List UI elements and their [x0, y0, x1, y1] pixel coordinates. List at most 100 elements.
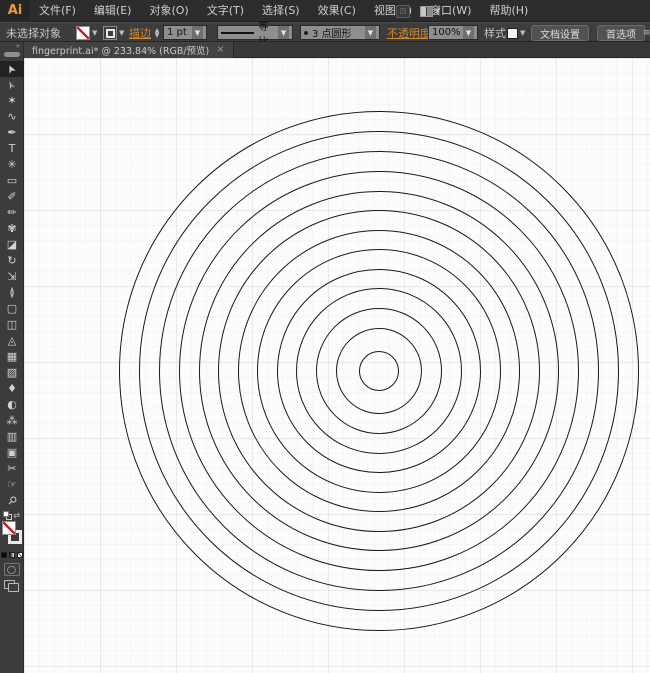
menu-file[interactable]: 文件(F): [30, 0, 85, 22]
eyedropper-tool[interactable]: ♦: [0, 381, 24, 397]
blend-tool[interactable]: ◐: [0, 397, 24, 413]
blob-brush-tool-icon: ✾: [7, 223, 16, 235]
scale-tool[interactable]: ⇲: [0, 269, 24, 285]
menu-help[interactable]: 帮助(H): [480, 0, 537, 22]
paint-mode-buttons: [0, 550, 23, 560]
rectangle-tool[interactable]: ▭: [0, 173, 24, 189]
gradient-tool[interactable]: ▨: [0, 365, 24, 381]
magic-wand-tool[interactable]: ✶: [0, 93, 24, 109]
default-fill-stroke-icon[interactable]: [3, 511, 12, 520]
stroke-panel-link[interactable]: 描边: [129, 23, 151, 43]
control-bar: 未选择对象 ▼ ▼ 描边 ▲ ▼ 1 pt ▼ 等比 ▼ 3 点圆形 ▼ 不透: [0, 22, 650, 42]
opacity-select[interactable]: 100% ▼: [428, 25, 478, 40]
paintbrush-tool-icon: ✐: [7, 191, 16, 203]
shape-tool[interactable]: ✳: [0, 157, 24, 173]
width-tool[interactable]: ≬: [0, 285, 24, 301]
stroke-swatch-icon: [103, 26, 117, 40]
width-profile-select[interactable]: 等比 ▼: [217, 25, 293, 40]
workspace-switcher[interactable]: ▼: [420, 6, 440, 17]
panel-grip[interactable]: [4, 52, 20, 57]
pencil-tool-icon: ✏: [7, 207, 16, 219]
stepper-down-icon: ▼: [155, 34, 160, 38]
selection-status: 未选择对象: [6, 23, 61, 43]
opacity-panel-link[interactable]: 不透明度: [387, 23, 431, 43]
chevron-down-icon: ▼: [463, 26, 474, 39]
perspective-grid-tool[interactable]: ◬: [0, 333, 24, 349]
style-swatch-icon: [507, 28, 518, 39]
brush-preview-icon: [304, 31, 308, 35]
close-icon[interactable]: ×: [216, 45, 224, 55]
collapse-panel-icon[interactable]: »: [0, 42, 23, 50]
fill-swatch-button[interactable]: ▼: [76, 23, 97, 43]
style-select[interactable]: ▼: [507, 23, 525, 43]
none-button[interactable]: [17, 552, 23, 558]
shape-builder-tool[interactable]: ◫: [0, 317, 24, 333]
document-setup-button[interactable]: 文档设置: [531, 25, 589, 41]
fill-swatch-none[interactable]: [2, 521, 16, 535]
artboard-tool-icon: ▣: [7, 447, 17, 459]
direct-selection-tool[interactable]: ➣: [0, 77, 24, 93]
workspace-icon: [420, 6, 433, 17]
swap-fill-stroke-icon[interactable]: ⇄: [13, 511, 20, 520]
mesh-tool[interactable]: ▦: [0, 349, 24, 365]
hand-tool-icon: ☞: [7, 479, 17, 491]
pencil-tool[interactable]: ✏: [0, 205, 24, 221]
menu-type[interactable]: 文字(T): [198, 0, 253, 22]
eraser-tool-icon: ◪: [7, 239, 17, 251]
stroke-width-value: 1 pt: [167, 27, 187, 38]
ai-logo[interactable]: Ai: [0, 0, 30, 22]
slice-tool[interactable]: ✂: [0, 461, 24, 477]
selection-tool-icon: ➤: [5, 62, 20, 75]
document-tab[interactable]: fingerprint.ai* @ 233.84% (RGB/预览) ×: [24, 42, 234, 58]
chevron-down-icon: ▼: [365, 26, 376, 39]
width-tool-icon: ≬: [9, 287, 14, 299]
shape-builder-tool-icon: ◫: [7, 319, 17, 331]
eraser-tool[interactable]: ◪: [0, 237, 24, 253]
symbol-sprayer-tool[interactable]: ⁂: [0, 413, 24, 429]
menu-object[interactable]: 对象(O): [140, 0, 197, 22]
free-transform-tool[interactable]: ▢: [0, 301, 24, 317]
stroke-width-stepper[interactable]: ▲ ▼: [153, 23, 161, 43]
document-tab-bar: fingerprint.ai* @ 233.84% (RGB/预览) ×: [24, 42, 650, 58]
pen-tool[interactable]: ✒: [0, 125, 24, 141]
column-graph-tool[interactable]: ▥: [0, 429, 24, 445]
selection-tool[interactable]: ➤: [0, 61, 24, 77]
rotate-tool[interactable]: ↻: [0, 253, 24, 269]
bridge-icon[interactable]: ◳: [396, 5, 410, 18]
type-tool[interactable]: T: [0, 141, 24, 157]
zoom-tool[interactable]: ⚲: [0, 493, 24, 509]
type-tool-icon: T: [9, 143, 16, 155]
blob-brush-tool[interactable]: ✾: [0, 221, 24, 237]
document-tab-title: fingerprint.ai* @ 233.84% (RGB/预览): [32, 43, 209, 57]
stroke-width-select[interactable]: 1 pt ▼: [163, 25, 207, 40]
stroke-swatch-button[interactable]: ▼: [103, 23, 124, 43]
lasso-tool-icon: ∿: [7, 111, 16, 123]
chevron-down-icon: ▼: [435, 7, 440, 15]
hand-tool[interactable]: ☞: [0, 477, 24, 493]
paintbrush-tool[interactable]: ✐: [0, 189, 24, 205]
style-label: 样式:: [484, 23, 510, 43]
lasso-tool[interactable]: ∿: [0, 109, 24, 125]
column-graph-tool-icon: ▥: [7, 431, 17, 443]
artboard-canvas[interactable]: [24, 58, 650, 673]
gradient-button[interactable]: [9, 552, 15, 558]
tools-panel: » ➤ ➣ ✶ ∿ ✒ T ✳ ▭ ✐ ✏: [0, 42, 24, 673]
artboard-tool[interactable]: ▣: [0, 445, 24, 461]
screen-mode-button[interactable]: [4, 580, 19, 592]
eyedropper-tool-icon: ♦: [7, 383, 17, 395]
perspective-grid-tool-icon: ◬: [8, 335, 16, 347]
brush-value: 3 点圆形: [312, 25, 352, 40]
magic-wand-tool-icon: ✶: [7, 95, 16, 107]
app-bar-right: ◳ ▼: [396, 0, 440, 22]
brush-select[interactable]: 3 点圆形 ▼: [300, 25, 380, 40]
menu-effect[interactable]: 效果(C): [309, 0, 365, 22]
control-bar-overflow-button[interactable]: ≡ ▼: [643, 23, 650, 43]
menu-bar: Ai 文件(F) 编辑(E) 对象(O) 文字(T) 选择(S) 效果(C) 视…: [0, 0, 650, 22]
pen-tool-icon: ✒: [7, 127, 16, 139]
menu-edit[interactable]: 编辑(E): [85, 0, 141, 22]
scale-tool-icon: ⇲: [7, 271, 16, 283]
preferences-button[interactable]: 首选项: [597, 25, 645, 41]
slice-tool-icon: ✂: [7, 463, 16, 475]
drawing-mode-button[interactable]: ◯: [4, 563, 20, 576]
color-button[interactable]: [1, 552, 7, 558]
